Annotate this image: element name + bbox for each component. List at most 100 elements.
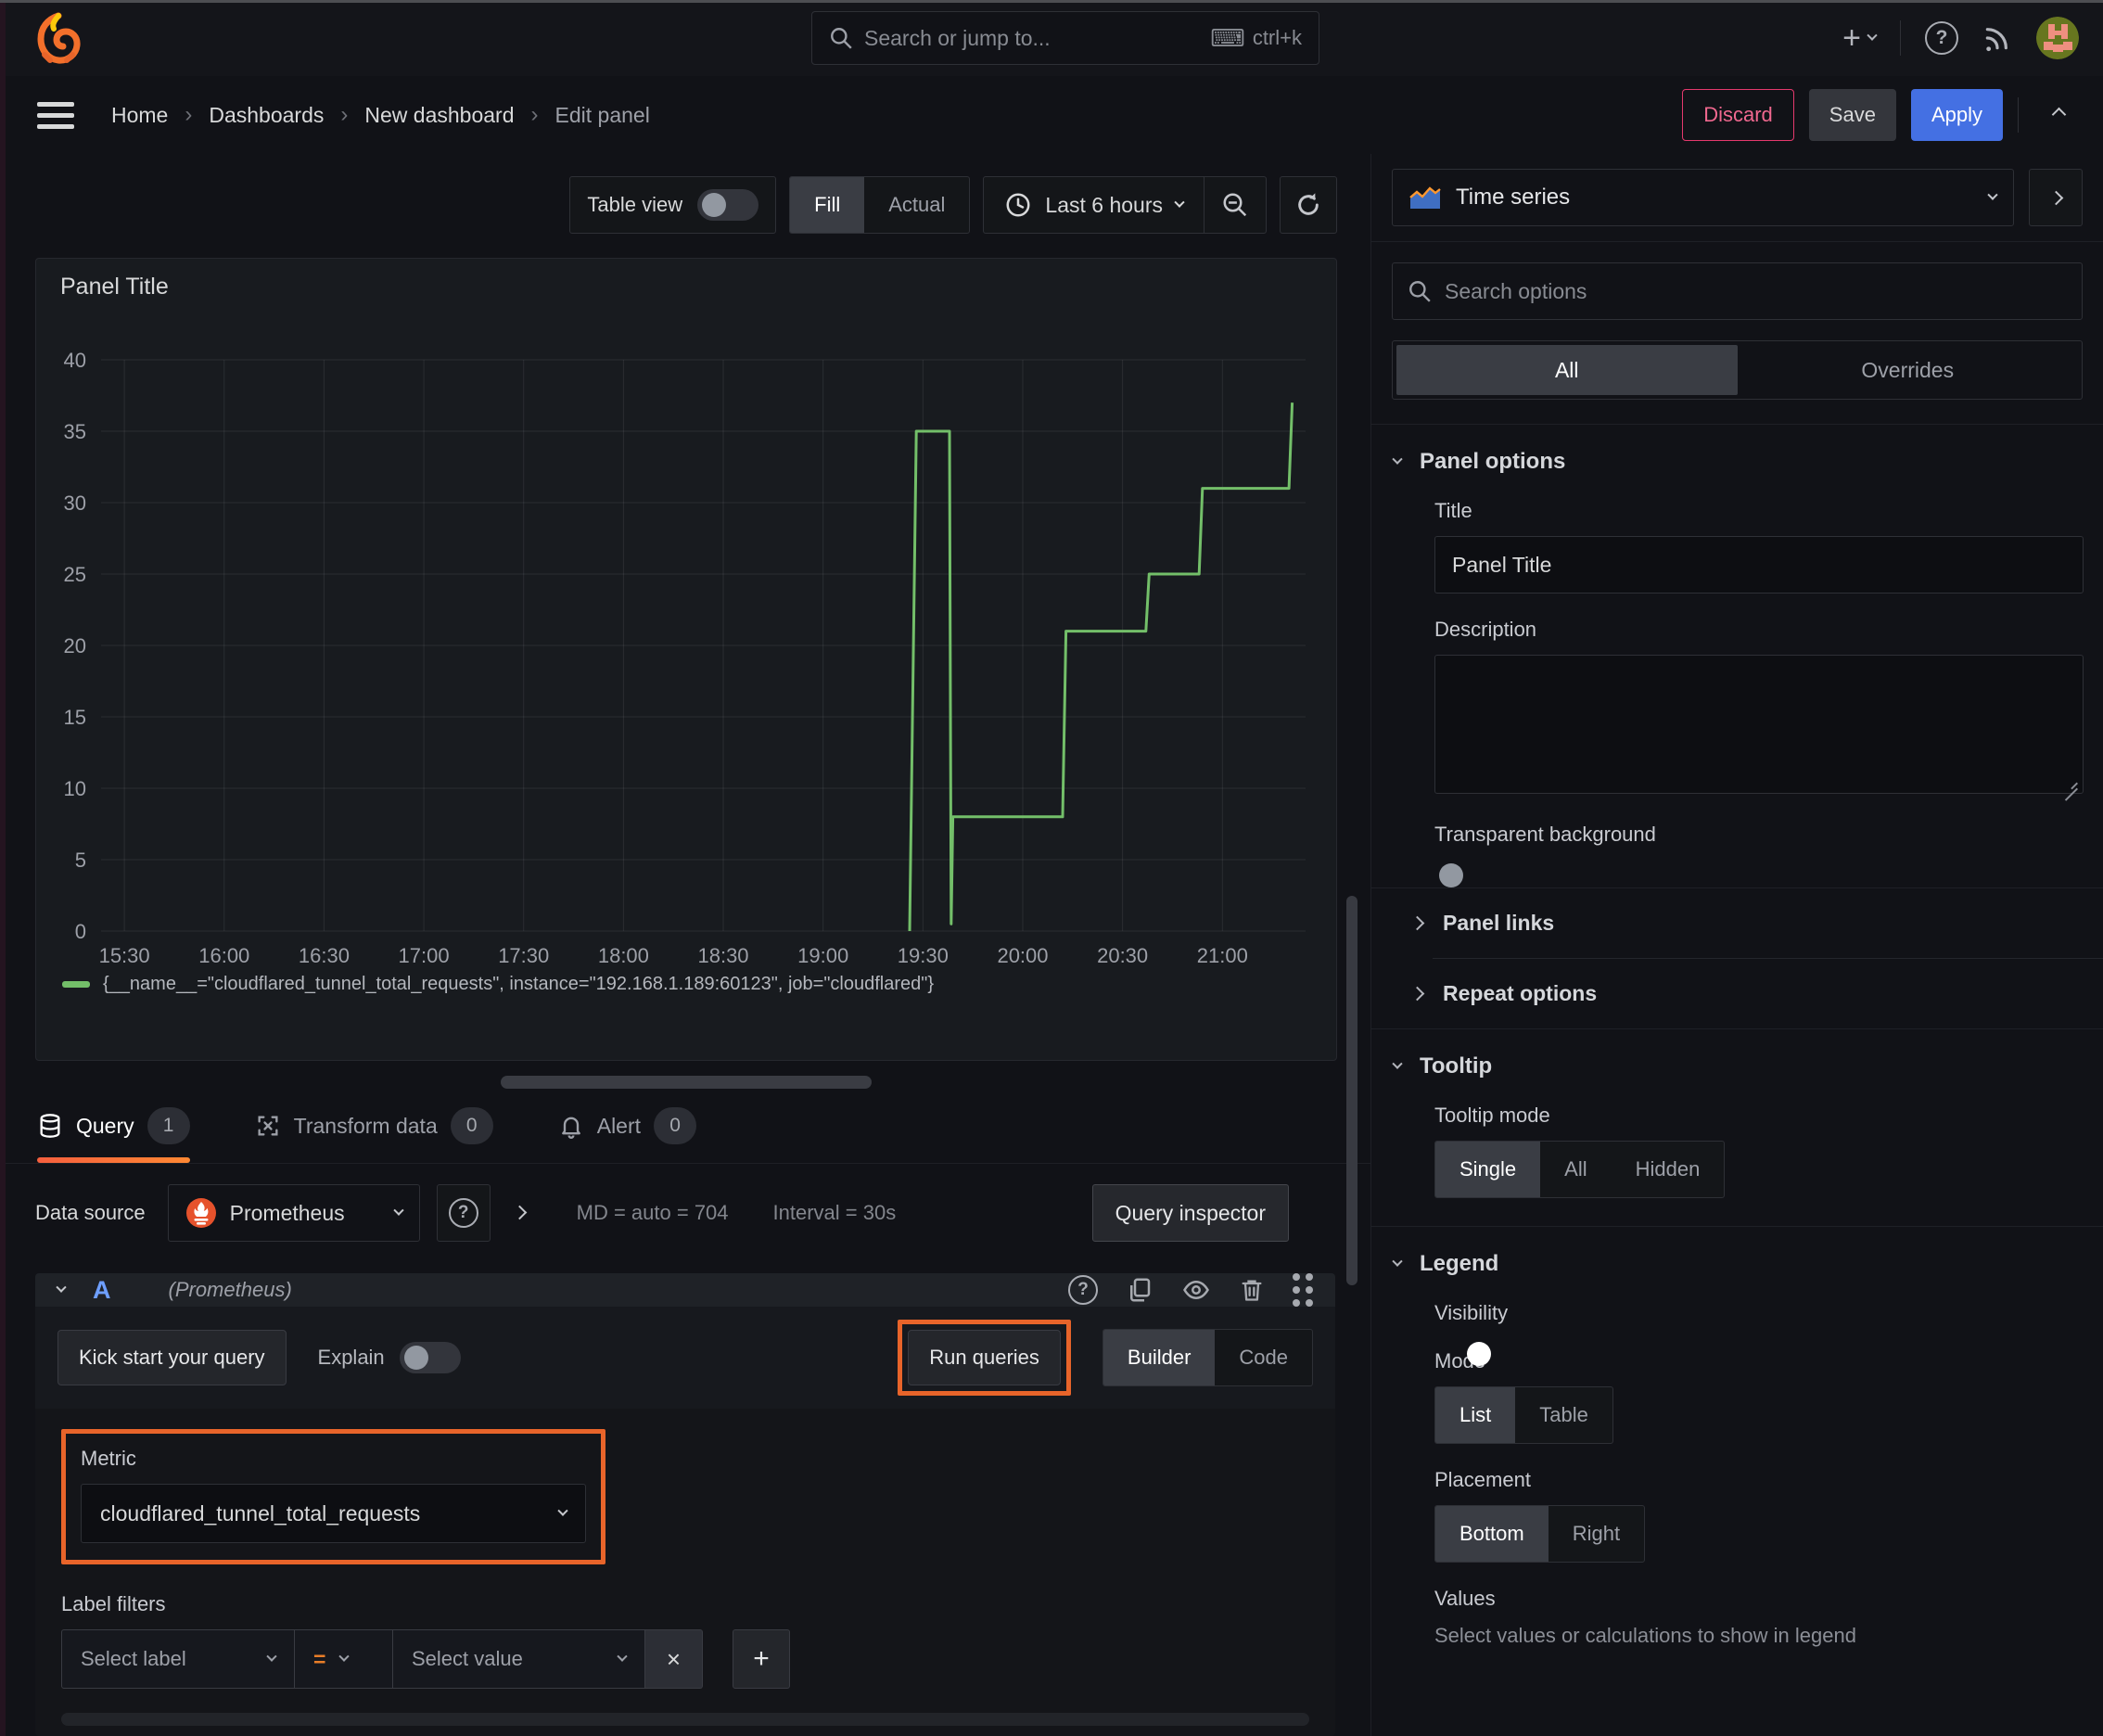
- legend-mode-label: Mode: [1434, 1349, 1486, 1372]
- placement-right-option[interactable]: Right: [1549, 1506, 1644, 1562]
- select-value-placeholder: Select value: [412, 1647, 523, 1670]
- builder-option[interactable]: Builder: [1102, 1330, 1216, 1385]
- help-icon: ?: [448, 1198, 478, 1228]
- datasource-help-button[interactable]: ?: [436, 1184, 491, 1242]
- tooltip-hidden-option[interactable]: Hidden: [1612, 1142, 1725, 1197]
- query-row-header[interactable]: A (Prometheus) ?: [35, 1273, 1335, 1307]
- legend-header[interactable]: Legend: [1392, 1251, 2081, 1277]
- actual-option[interactable]: Actual: [864, 177, 969, 233]
- query-datasource-hint: (Prometheus): [168, 1278, 292, 1301]
- panel-links-section[interactable]: Panel links: [1371, 888, 2103, 958]
- legend-table-option[interactable]: Table: [1515, 1387, 1612, 1443]
- global-search[interactable]: ⌨ ctrl+k: [811, 11, 1319, 65]
- tab-query[interactable]: Query 1: [37, 1107, 190, 1163]
- collapse-header-button[interactable]: [2043, 97, 2075, 134]
- datasource-label: Data source: [35, 1201, 146, 1224]
- horizontal-scrollbar[interactable]: [61, 1713, 1309, 1726]
- chevron-up-icon: [2051, 107, 2067, 121]
- news-button[interactable]: [1982, 23, 2012, 53]
- repeat-options-section[interactable]: Repeat options: [1371, 959, 2103, 1028]
- svg-text:19:00: 19:00: [797, 944, 848, 967]
- refresh-button[interactable]: [1280, 176, 1337, 234]
- breadcrumb-separator: ›: [340, 102, 349, 127]
- vertical-scrollbar[interactable]: [1346, 896, 1357, 1285]
- transparent-bg-label: Transparent background: [1434, 823, 1656, 846]
- chart-legend[interactable]: {__name__="cloudflared_tunnel_total_requ…: [49, 974, 1323, 995]
- copy-icon: [1130, 1278, 1151, 1302]
- remove-filter-button[interactable]: ×: [645, 1629, 703, 1689]
- tooltip-all-option[interactable]: All: [1540, 1142, 1611, 1197]
- visualization-name: Time series: [1456, 185, 1571, 210]
- breadcrumb-new-dashboard[interactable]: New dashboard: [364, 103, 514, 128]
- drag-handle-icon[interactable]: [1293, 1273, 1313, 1307]
- panel-resize-handle[interactable]: [501, 1076, 872, 1089]
- add-filter-button[interactable]: +: [733, 1629, 790, 1689]
- help-button[interactable]: ?: [1925, 21, 1958, 55]
- editor-tabs: Query 1 Transform data 0 Alert 0: [0, 1089, 1370, 1164]
- options-search[interactable]: [1392, 262, 2083, 320]
- search-shortcut: ⌨ ctrl+k: [1210, 23, 1302, 52]
- description-textarea[interactable]: [1434, 655, 2084, 794]
- visualization-picker[interactable]: Time series: [1392, 169, 2014, 226]
- menu-toggle-icon[interactable]: [37, 101, 74, 129]
- explain-toggle[interactable]: [399, 1342, 461, 1373]
- datasource-picker[interactable]: Prometheus: [167, 1184, 420, 1242]
- svg-text:40: 40: [64, 349, 86, 372]
- time-range-picker[interactable]: Last 6 hours: [984, 191, 1204, 219]
- svg-text:16:30: 16:30: [299, 944, 350, 967]
- metric-highlight: Metric cloudflared_tunnel_total_requests: [61, 1429, 605, 1564]
- chevron-down-icon[interactable]: [56, 1282, 67, 1293]
- breadcrumb: Home › Dashboards › New dashboard › Edit…: [111, 102, 650, 128]
- tab-query-badge: 1: [147, 1107, 190, 1144]
- tooltip-header[interactable]: Tooltip: [1392, 1053, 2081, 1079]
- panel-options-header[interactable]: Panel options: [1392, 449, 2081, 475]
- tooltip-single-option[interactable]: Single: [1435, 1142, 1541, 1197]
- time-range-control: Last 6 hours: [983, 176, 1267, 234]
- legend-list-option[interactable]: List: [1435, 1387, 1516, 1443]
- query-inspector-button[interactable]: Query inspector: [1091, 1184, 1289, 1242]
- code-option[interactable]: Code: [1215, 1330, 1312, 1385]
- query-help-button[interactable]: ?: [1068, 1275, 1098, 1305]
- metric-select[interactable]: cloudflared_tunnel_total_requests: [81, 1484, 586, 1543]
- chevron-right-icon: [512, 1205, 527, 1219]
- placement-bottom-option[interactable]: Bottom: [1435, 1506, 1549, 1562]
- select-label-placeholder: Select label: [81, 1647, 186, 1670]
- operator-dropdown[interactable]: =: [295, 1629, 393, 1689]
- run-queries-button[interactable]: Run queries: [908, 1330, 1061, 1385]
- table-view-toggle[interactable]: [697, 189, 759, 221]
- duplicate-query-button[interactable]: [1126, 1276, 1153, 1304]
- select-value-dropdown[interactable]: Select value: [393, 1629, 645, 1689]
- save-button[interactable]: Save: [1808, 89, 1896, 141]
- grafana-logo[interactable]: [35, 12, 82, 64]
- tab-transform-badge: 0: [450, 1107, 493, 1144]
- breadcrumb-home[interactable]: Home: [111, 103, 168, 128]
- tab-alert[interactable]: Alert 0: [558, 1107, 697, 1163]
- delete-query-button[interactable]: [1239, 1276, 1265, 1304]
- datasource-row: Data source Prometheus ? MD = auto = 704…: [35, 1184, 1335, 1242]
- fill-option[interactable]: Fill: [790, 177, 865, 233]
- tab-overrides[interactable]: Overrides: [1738, 345, 2079, 395]
- top-nav-bar: ⌨ ctrl+k + ?: [0, 0, 2103, 76]
- select-label-dropdown[interactable]: Select label: [61, 1629, 295, 1689]
- chevron-down-icon: [557, 1505, 568, 1516]
- user-avatar[interactable]: [2036, 17, 2079, 59]
- svg-text:20: 20: [64, 634, 86, 657]
- panel-title-input[interactable]: [1434, 536, 2084, 594]
- tab-all[interactable]: All: [1396, 345, 1738, 395]
- tab-transform-data[interactable]: Transform data 0: [255, 1107, 493, 1163]
- apply-button[interactable]: Apply: [1910, 89, 2003, 141]
- toggle-viz-picker-button[interactable]: [2029, 169, 2083, 226]
- discard-button[interactable]: Discard: [1682, 89, 1794, 141]
- toggle-visibility-button[interactable]: [1181, 1276, 1211, 1304]
- breadcrumb-dashboards[interactable]: Dashboards: [209, 103, 324, 128]
- kick-start-query-button[interactable]: Kick start your query: [57, 1330, 287, 1385]
- query-options-expand[interactable]: [507, 1205, 532, 1220]
- add-new-button[interactable]: +: [1842, 22, 1878, 54]
- legend-series-label: {__name__="cloudflared_tunnel_total_requ…: [103, 974, 935, 994]
- legend-placement-label: Placement: [1434, 1468, 1531, 1491]
- zoom-out-button[interactable]: [1204, 177, 1266, 233]
- options-search-input[interactable]: [1445, 278, 2067, 304]
- help-icon: ?: [1925, 21, 1958, 55]
- search-input[interactable]: [864, 25, 1200, 51]
- chevron-down-icon: [1987, 189, 1998, 200]
